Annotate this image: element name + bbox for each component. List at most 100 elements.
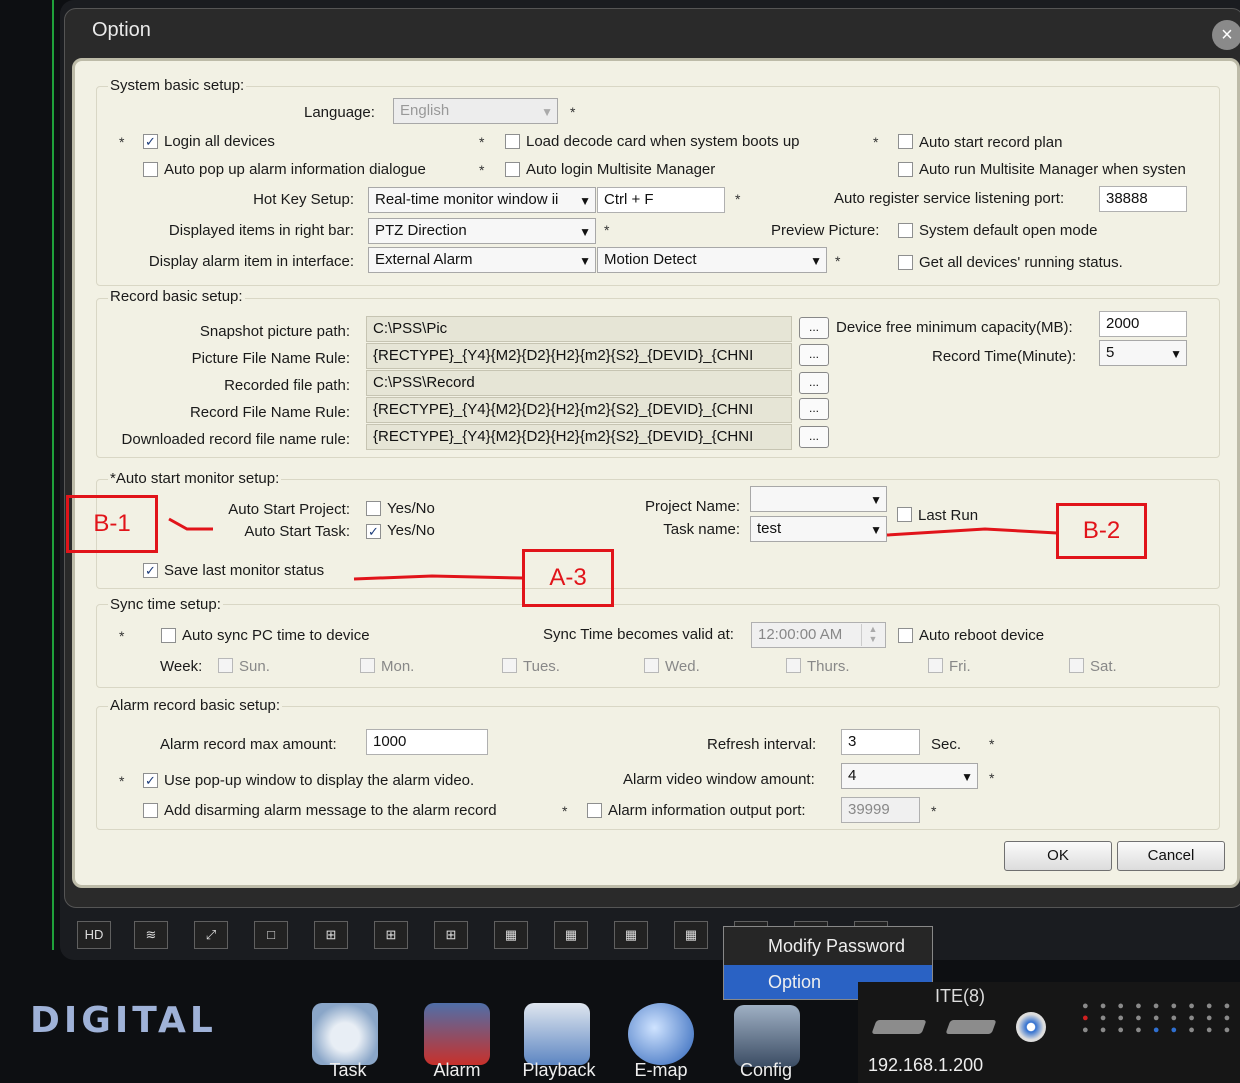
close-icon[interactable]: ×: [1212, 20, 1240, 50]
layout-8-icon[interactable]: ⊞: [434, 921, 468, 949]
wave-icon[interactable]: ≋: [134, 921, 168, 949]
hd-button[interactable]: HD: [77, 921, 111, 949]
record-time-select[interactable]: 5 ▼: [1099, 340, 1187, 366]
chevron-down-icon: ▼: [870, 523, 882, 537]
layout-4-icon[interactable]: ⊞: [314, 921, 348, 949]
dock-label-config[interactable]: Config: [730, 1060, 802, 1081]
chevron-down-icon: ▼: [541, 105, 553, 119]
refresh-interval-label: Refresh interval:: [707, 736, 817, 753]
layout-6-icon[interactable]: ⊞: [374, 921, 408, 949]
day-checkbox-tues[interactable]: [502, 658, 517, 673]
required-star: *: [119, 134, 125, 150]
menu-item-modify-password[interactable]: Modify Password: [724, 929, 932, 963]
auto-sync-checkbox[interactable]: [161, 628, 176, 643]
output-port-input[interactable]: 39999: [841, 797, 920, 823]
auto-start-record-checkbox[interactable]: [898, 134, 913, 149]
auto-run-multisite-checkbox[interactable]: [898, 162, 913, 177]
display-alarm-select[interactable]: External Alarm ▼: [368, 247, 596, 273]
snapshot-browse-button[interactable]: ...: [799, 317, 829, 339]
language-value: English: [400, 102, 450, 119]
output-port-checkbox[interactable]: [587, 803, 602, 818]
day-checkbox-fri[interactable]: [928, 658, 943, 673]
layout-1-icon[interactable]: □: [254, 921, 288, 949]
auto-start-record-label: Auto start record plan: [919, 134, 1063, 151]
required-star: *: [562, 803, 568, 819]
device-icon[interactable]: [871, 1020, 927, 1034]
get-all-status-label: Get all devices' running status.: [919, 254, 1123, 271]
output-port-label: Alarm information output port:: [608, 802, 806, 819]
system-section-title: System basic setup:: [108, 77, 247, 94]
layout-16-icon[interactable]: ▦: [614, 921, 648, 949]
language-select[interactable]: English ▼: [393, 98, 558, 124]
picture-rule-input[interactable]: {RECTYPE}_{Y4}{M2}{D2}{H2}{m2}{S2}_{DEVI…: [366, 343, 792, 369]
auto-popup-checkbox[interactable]: [143, 162, 158, 177]
auto-login-multisite-checkbox[interactable]: [505, 162, 520, 177]
cancel-button[interactable]: Cancel: [1117, 841, 1225, 871]
required-star: *: [989, 736, 995, 752]
use-popup-checkbox[interactable]: ✓: [143, 773, 158, 788]
dock-label-task[interactable]: Task: [312, 1060, 384, 1081]
day-label-sat: Sat.: [1090, 658, 1117, 675]
device-ip: 192.168.1.200: [868, 1055, 984, 1075]
display-alarm-select-2[interactable]: Motion Detect ▼: [597, 247, 827, 273]
device-free-input[interactable]: 2000: [1099, 311, 1187, 337]
dock-label-alarm[interactable]: Alarm: [424, 1060, 490, 1081]
playback-icon[interactable]: [524, 1003, 590, 1065]
refresh-interval-input[interactable]: 3: [841, 729, 920, 755]
add-disarming-checkbox[interactable]: [143, 803, 158, 818]
alarm-icon[interactable]: [424, 1003, 490, 1065]
login-all-checkbox[interactable]: ✓: [143, 134, 158, 149]
task-name-select[interactable]: test ▼: [750, 516, 887, 542]
device-icon[interactable]: [945, 1020, 997, 1034]
max-amount-input[interactable]: 1000: [366, 729, 488, 755]
device-free-label: Device free minimum capacity(MB):: [836, 319, 1073, 336]
hotkey-keys-input[interactable]: Ctrl + F: [597, 187, 725, 213]
auto-register-port-input[interactable]: 38888: [1099, 186, 1187, 212]
emap-icon[interactable]: [628, 1003, 694, 1065]
day-checkbox-sat[interactable]: [1069, 658, 1084, 673]
record-rule-input[interactable]: {RECTYPE}_{Y4}{M2}{D2}{H2}{m2}{S2}_{DEVI…: [366, 397, 792, 423]
layout-9-icon[interactable]: ▦: [494, 921, 528, 949]
load-decode-checkbox[interactable]: [505, 134, 520, 149]
recorded-path-browse-button[interactable]: ...: [799, 372, 829, 394]
config-icon[interactable]: [734, 1005, 800, 1067]
save-last-checkbox[interactable]: ✓: [143, 563, 158, 578]
record-rule-browse-button[interactable]: ...: [799, 398, 829, 420]
record-rule-label: Record File Name Rule:: [189, 404, 350, 421]
recorded-path-input[interactable]: C:\PSS\Record: [366, 370, 792, 396]
layout-13-icon[interactable]: ▦: [554, 921, 588, 949]
auto-register-label: Auto register service listening port:: [834, 190, 1065, 207]
required-star: *: [989, 770, 995, 786]
layout-25-icon[interactable]: ▦: [674, 921, 708, 949]
day-label-thurs: Thurs.: [807, 658, 850, 675]
picture-rule-browse-button[interactable]: ...: [799, 344, 829, 366]
window-amount-select[interactable]: 4 ▼: [841, 763, 978, 789]
hotkey-select[interactable]: Real-time monitor window ii ▼: [368, 187, 596, 213]
recorded-path-label: Recorded file path:: [224, 377, 350, 394]
time-spinner-icon[interactable]: ▲ ▼: [861, 624, 884, 646]
auto-reboot-checkbox[interactable]: [898, 628, 913, 643]
task-icon[interactable]: [312, 1003, 378, 1065]
last-run-checkbox[interactable]: [897, 507, 912, 522]
auto-start-task-checkbox[interactable]: ✓: [366, 524, 381, 539]
preview-default-checkbox[interactable]: [898, 223, 913, 238]
dock-label-emap[interactable]: E-map: [628, 1060, 694, 1081]
snapshot-path-input[interactable]: C:\PSS\Pic: [366, 316, 792, 342]
downloaded-rule-browse-button[interactable]: ...: [799, 426, 829, 448]
disc-icon[interactable]: [1016, 1012, 1046, 1042]
day-checkbox-mon[interactable]: [360, 658, 375, 673]
day-label-fri: Fri.: [949, 658, 971, 675]
auto-start-project-checkbox[interactable]: [366, 501, 381, 516]
day-checkbox-sun[interactable]: [218, 658, 233, 673]
downloaded-rule-input[interactable]: {RECTYPE}_{Y4}{M2}{D2}{H2}{m2}{S2}_{DEVI…: [366, 424, 792, 450]
ok-button[interactable]: OK: [1004, 841, 1112, 871]
get-all-status-checkbox[interactable]: [898, 255, 913, 270]
fullscreen-icon[interactable]: ⤢: [194, 921, 228, 949]
day-checkbox-wed[interactable]: [644, 658, 659, 673]
day-checkbox-thurs[interactable]: [786, 658, 801, 673]
chevron-down-icon: ▼: [579, 254, 591, 268]
project-name-select[interactable]: ▼: [750, 486, 887, 512]
displayed-items-select[interactable]: PTZ Direction ▼: [368, 218, 596, 244]
dock-label-playback[interactable]: Playback: [518, 1060, 600, 1081]
auto-login-multisite-label: Auto login Multisite Manager: [526, 161, 716, 178]
